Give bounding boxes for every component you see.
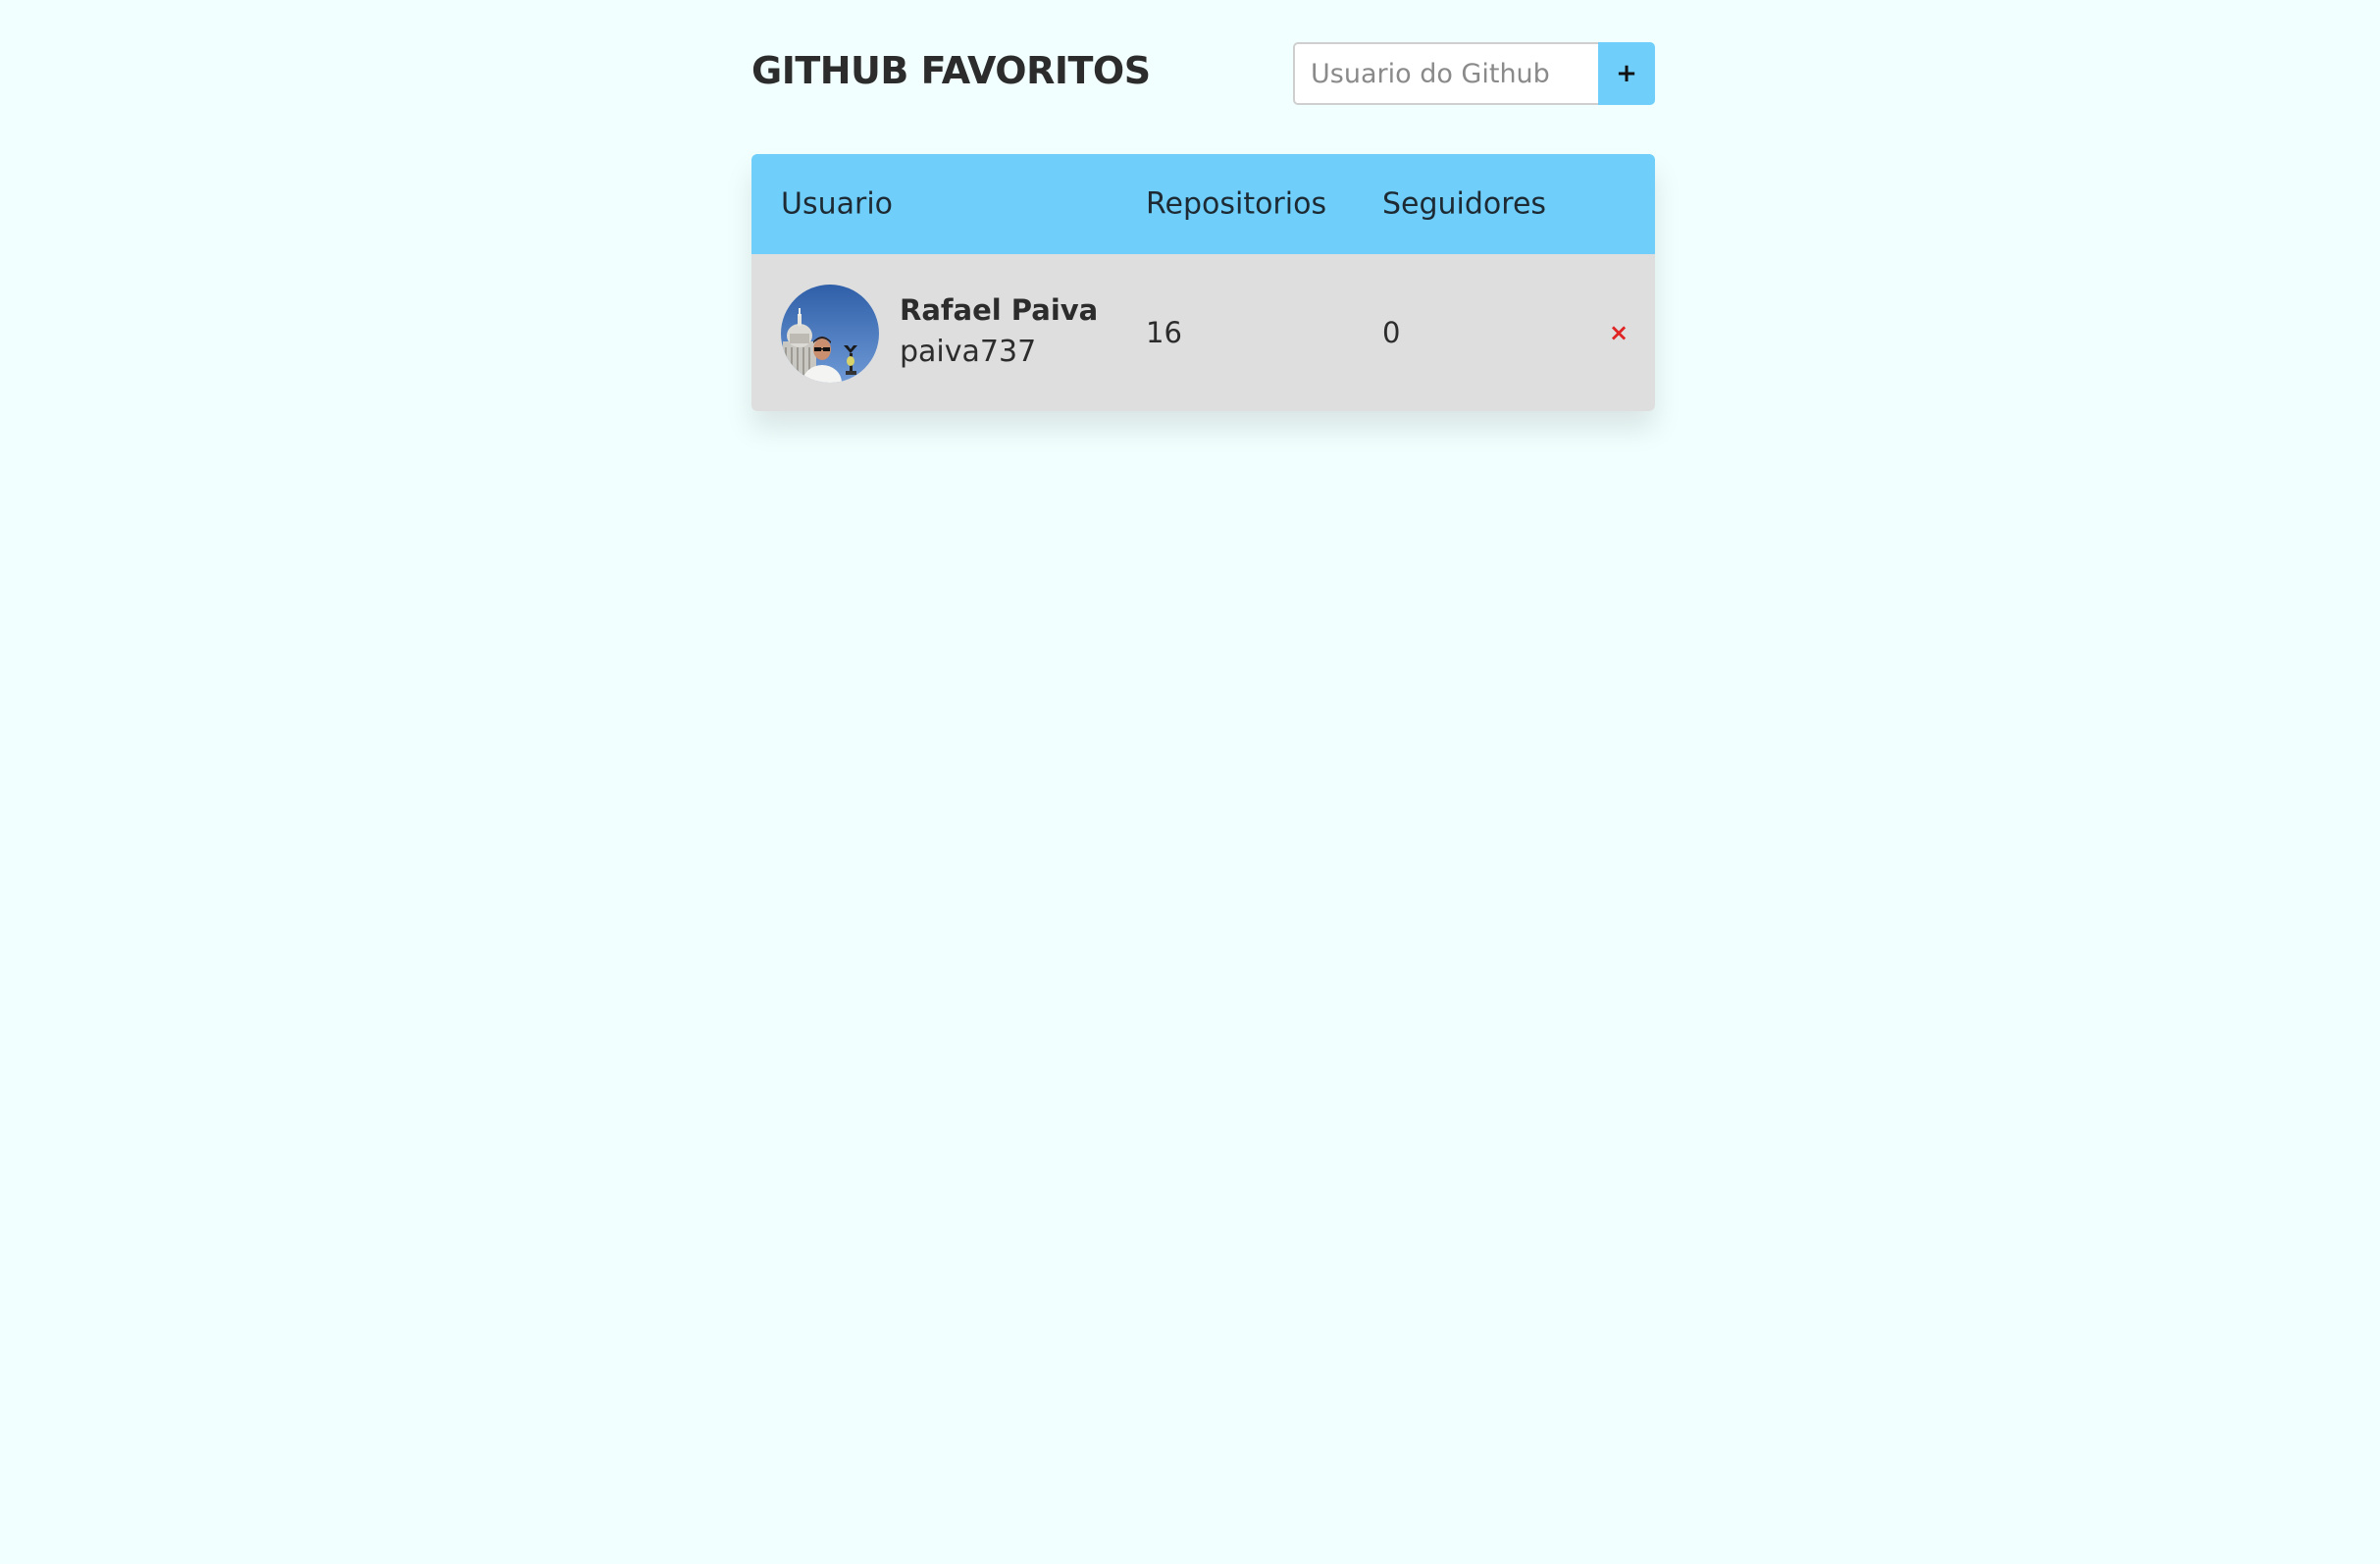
column-header-usuario: Usuario <box>781 186 894 222</box>
user-name: Rafael Paiva <box>900 293 1099 327</box>
followers-count: 0 <box>1382 316 1401 349</box>
column-header-repositorios: Repositorios <box>1146 186 1327 222</box>
user-avatar-photo-icon <box>781 285 879 383</box>
favorites-table: Usuario Repositorios Seguidores Rafael P… <box>751 154 1655 411</box>
repositories-count: 16 <box>1146 316 1182 349</box>
add-button[interactable]: + <box>1598 42 1655 105</box>
table-header: Usuario Repositorios Seguidores <box>751 154 1655 254</box>
search-form: + <box>1293 42 1655 105</box>
table-row: Rafael Paiva paiva737 16 0 × <box>751 254 1655 411</box>
avatar <box>781 285 879 383</box>
user-login: paiva737 <box>900 335 1037 369</box>
app-container: GITHUB FAVORITOS + Usuario Repositorios … <box>751 0 1655 411</box>
page-title: GITHUB FAVORITOS <box>751 49 1151 92</box>
search-input[interactable] <box>1293 42 1598 105</box>
header: GITHUB FAVORITOS + <box>751 0 1655 153</box>
remove-button[interactable]: × <box>1603 317 1634 348</box>
column-header-seguidores: Seguidores <box>1382 186 1547 222</box>
